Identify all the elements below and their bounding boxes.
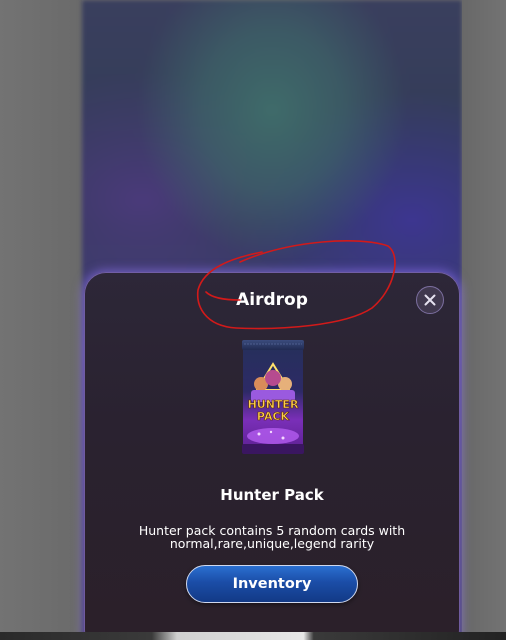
airdrop-modal: Airdrop HUNTER PACK Hunter Pack Hunter p… [84,272,460,640]
modal-title: Airdrop [236,290,308,310]
item-name: Hunter Pack [220,486,324,504]
screen: Airdrop HUNTER PACK Hunter Pack Hunter p… [0,0,506,640]
close-button[interactable] [416,286,444,314]
close-icon [424,294,436,306]
background-left-margin [0,0,82,640]
inventory-button[interactable]: Inventory [186,565,358,603]
item-description: Hunter pack contains 5 random cards with… [138,523,406,551]
bottom-strip [0,632,506,640]
background-right-margin [462,0,506,640]
svg-text:PACK: PACK [257,410,290,423]
hunter-pack-image: HUNTER PACK [242,340,304,454]
